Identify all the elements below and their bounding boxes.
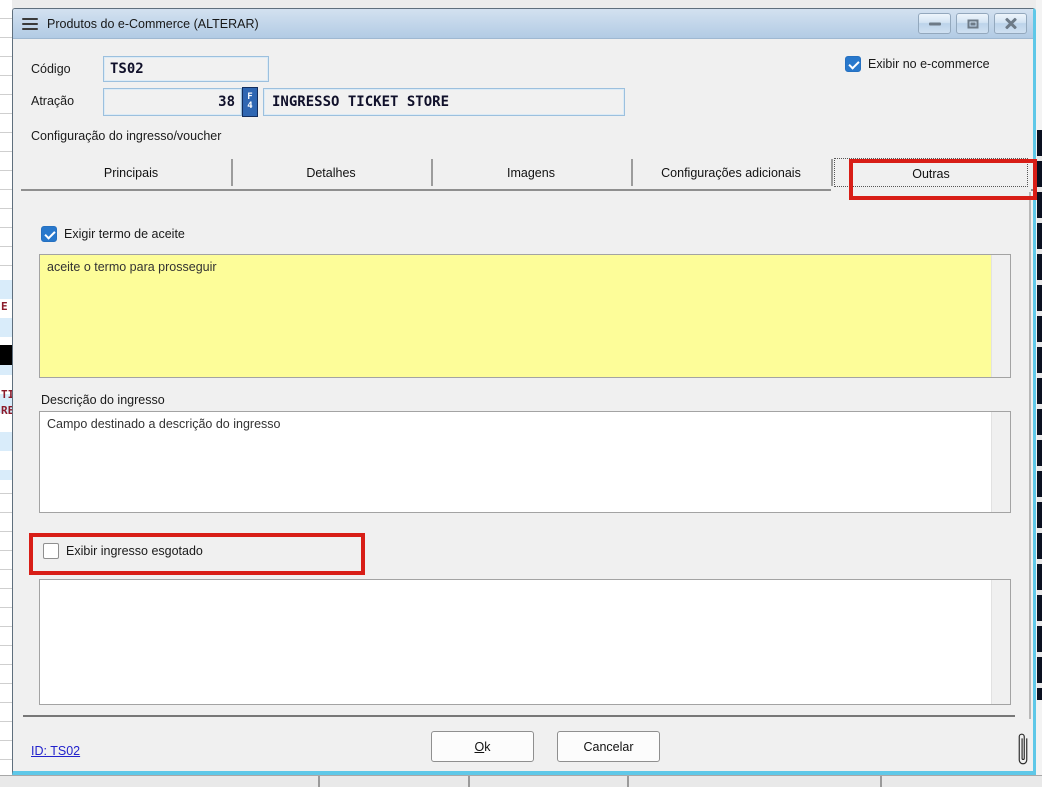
background-table-bottom xyxy=(0,775,1042,787)
scrollbar-track[interactable] xyxy=(991,580,1010,704)
checkbox-exibir-esgotado[interactable]: Exibir ingresso esgotado xyxy=(43,543,203,559)
tab-outras[interactable]: Outras xyxy=(831,155,1031,192)
section-title: Configuração do ingresso/voucher xyxy=(31,129,221,143)
background-gridline xyxy=(880,776,882,787)
maximize-button[interactable] xyxy=(956,13,989,34)
background-gridline xyxy=(318,776,320,787)
tab-imagens[interactable]: Imagens xyxy=(431,155,631,191)
tab-label: Imagens xyxy=(507,166,555,180)
tab-separator xyxy=(231,159,233,186)
termo-aceite-text: aceite o termo para prosseguir xyxy=(47,259,984,275)
background-table-right xyxy=(1036,0,1042,787)
f4-key-bottom: 4 xyxy=(247,102,252,111)
background-table-left: E TI RE xyxy=(0,0,12,787)
footer-divider xyxy=(23,715,1015,717)
background-text-fragment: E xyxy=(1,300,8,313)
window-title: Produtos do e-Commerce (ALTERAR) xyxy=(47,17,259,31)
tabstrip: Principais Detalhes Imagens Configuraçõe… xyxy=(31,155,1031,191)
background-selected-row xyxy=(0,345,12,365)
codigo-label: Código xyxy=(31,62,71,76)
tab-separator xyxy=(431,159,433,186)
atracao-description-value: INGRESSO TICKET STORE xyxy=(272,94,449,110)
checkbox-exigir-termo[interactable]: Exigir termo de aceite xyxy=(41,226,185,242)
checkbox-exibir-ecommerce-label: Exibir no e-commerce xyxy=(868,57,990,71)
paperclip-icon[interactable] xyxy=(1013,727,1033,773)
checkbox-checked-icon xyxy=(41,226,57,242)
cancel-button[interactable]: Cancelar xyxy=(557,731,660,762)
close-button[interactable] xyxy=(994,13,1027,34)
codigo-field[interactable]: TS02 xyxy=(103,56,269,82)
minimize-icon xyxy=(929,22,941,25)
atracao-description-field[interactable]: INGRESSO TICKET STORE xyxy=(263,88,625,116)
tab-label: Detalhes xyxy=(306,166,355,180)
tab-detalhes[interactable]: Detalhes xyxy=(231,155,431,191)
maximize-icon xyxy=(967,19,978,28)
tab-principais[interactable]: Principais xyxy=(31,155,231,191)
atracao-code-value: 38 xyxy=(218,94,235,110)
ok-rest: k xyxy=(484,740,490,754)
dialog-produtos-ecommerce: Produtos do e-Commerce (ALTERAR) Código … xyxy=(12,8,1036,775)
tab-label: Principais xyxy=(104,166,158,180)
checkbox-exigir-termo-label: Exigir termo de aceite xyxy=(64,227,185,241)
atracao-code-field[interactable]: 38 xyxy=(103,88,242,116)
background-gridline xyxy=(468,776,470,787)
background-rows-dark xyxy=(1037,130,1042,700)
checkbox-exibir-ecommerce[interactable]: Exibir no e-commerce xyxy=(845,56,990,72)
descricao-text: Campo destinado a descrição do ingresso xyxy=(47,416,984,432)
minimize-button[interactable] xyxy=(918,13,951,34)
ok-mnemonic: O xyxy=(475,740,485,754)
f4-lookup-button[interactable]: F 4 xyxy=(242,87,258,117)
background-gridline xyxy=(627,776,629,787)
scrollbar-track[interactable] xyxy=(991,412,1010,512)
esgotado-textarea[interactable] xyxy=(39,579,1011,705)
descricao-textarea[interactable]: Campo destinado a descrição do ingresso xyxy=(39,411,1011,513)
scrollbar-track[interactable] xyxy=(991,255,1010,377)
record-id-link[interactable]: ID: TS02 xyxy=(31,744,80,758)
checkbox-exibir-esgotado-label: Exibir ingresso esgotado xyxy=(66,544,203,558)
termo-aceite-textarea[interactable]: aceite o termo para prosseguir xyxy=(39,254,1011,378)
checkbox-unchecked-icon xyxy=(43,543,59,559)
atracao-label: Atração xyxy=(31,94,74,108)
codigo-value: TS02 xyxy=(110,61,144,77)
tab-configuracoes-adicionais[interactable]: Configurações adicionais xyxy=(631,155,831,191)
checkbox-checked-icon xyxy=(845,56,861,72)
tab-label: Outras xyxy=(912,167,950,181)
menu-icon xyxy=(22,18,38,30)
window-controls xyxy=(918,13,1027,34)
tab-separator xyxy=(831,159,833,186)
ok-button[interactable]: Ok xyxy=(431,731,534,762)
tab-panel-border xyxy=(1029,191,1031,719)
cancel-label: Cancelar xyxy=(583,740,633,754)
tab-separator xyxy=(631,159,633,186)
descricao-label: Descrição do ingresso xyxy=(41,393,165,407)
titlebar[interactable]: Produtos do e-Commerce (ALTERAR) xyxy=(13,9,1033,39)
tab-label: Configurações adicionais xyxy=(661,166,801,180)
screen: E TI RE Produtos do e-Commerce (ALTERAR)… xyxy=(0,0,1042,787)
